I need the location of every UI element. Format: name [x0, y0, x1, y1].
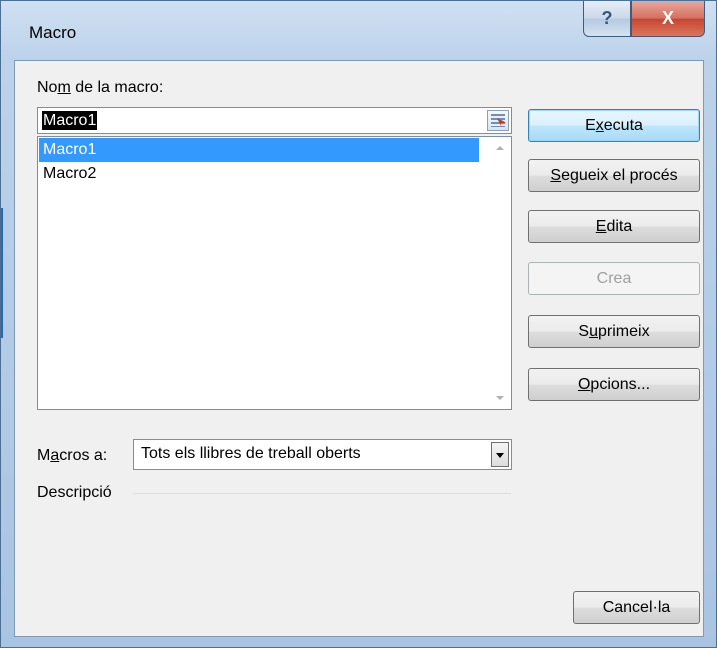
list-item[interactable]: Macro1	[39, 138, 479, 162]
macro-name-label: Nom de la macro:	[37, 79, 164, 96]
run-button[interactable]: Ex ecuta	[528, 109, 700, 142]
macros-in-select[interactable]: Tots els llibres de treball oberts	[133, 439, 512, 470]
dialog-body: Nom de la macro: Macro1 Macro1 Macro2 Ex…	[14, 60, 704, 637]
macros-in-value: Tots els llibres de treball oberts	[141, 445, 361, 462]
dialog-window: Macro ? X Nom de la macro: Macro1 Macro1…	[0, 0, 717, 648]
scroll-down-icon[interactable]	[496, 396, 504, 400]
chevron-down-icon[interactable]	[491, 442, 509, 467]
step-into-button[interactable]: Segueix el procés	[528, 159, 700, 192]
edit-button[interactable]: Edita	[528, 210, 700, 243]
description-label: Descripció	[37, 484, 112, 501]
options-button[interactable]: Opcions...	[528, 368, 700, 401]
macro-name-input[interactable]: Macro1	[37, 107, 512, 134]
help-button[interactable]: ?	[583, 1, 631, 37]
window-edge-highlight	[1, 208, 3, 338]
close-icon: X	[661, 8, 674, 28]
help-icon: ?	[601, 8, 613, 28]
macros-in-label: Macros a:	[37, 447, 108, 464]
list-scrollbar[interactable]	[490, 138, 510, 408]
range-selector-icon	[491, 114, 505, 127]
cancel-button[interactable]: Cancel·la	[573, 591, 700, 624]
scroll-up-icon[interactable]	[496, 146, 504, 150]
macro-name-value[interactable]: Macro1	[42, 111, 98, 130]
collapse-dialog-button[interactable]	[487, 110, 509, 131]
close-button[interactable]: X	[631, 1, 705, 37]
description-text	[37, 501, 512, 581]
delete-button[interactable]: Su primeix	[528, 315, 700, 348]
create-button[interactable]: Crea	[528, 262, 700, 295]
window-title: Macro	[29, 23, 77, 42]
description-divider	[133, 493, 511, 494]
macro-list[interactable]: Macro1 Macro2	[37, 136, 512, 410]
list-item[interactable]: Macro2	[39, 162, 479, 186]
